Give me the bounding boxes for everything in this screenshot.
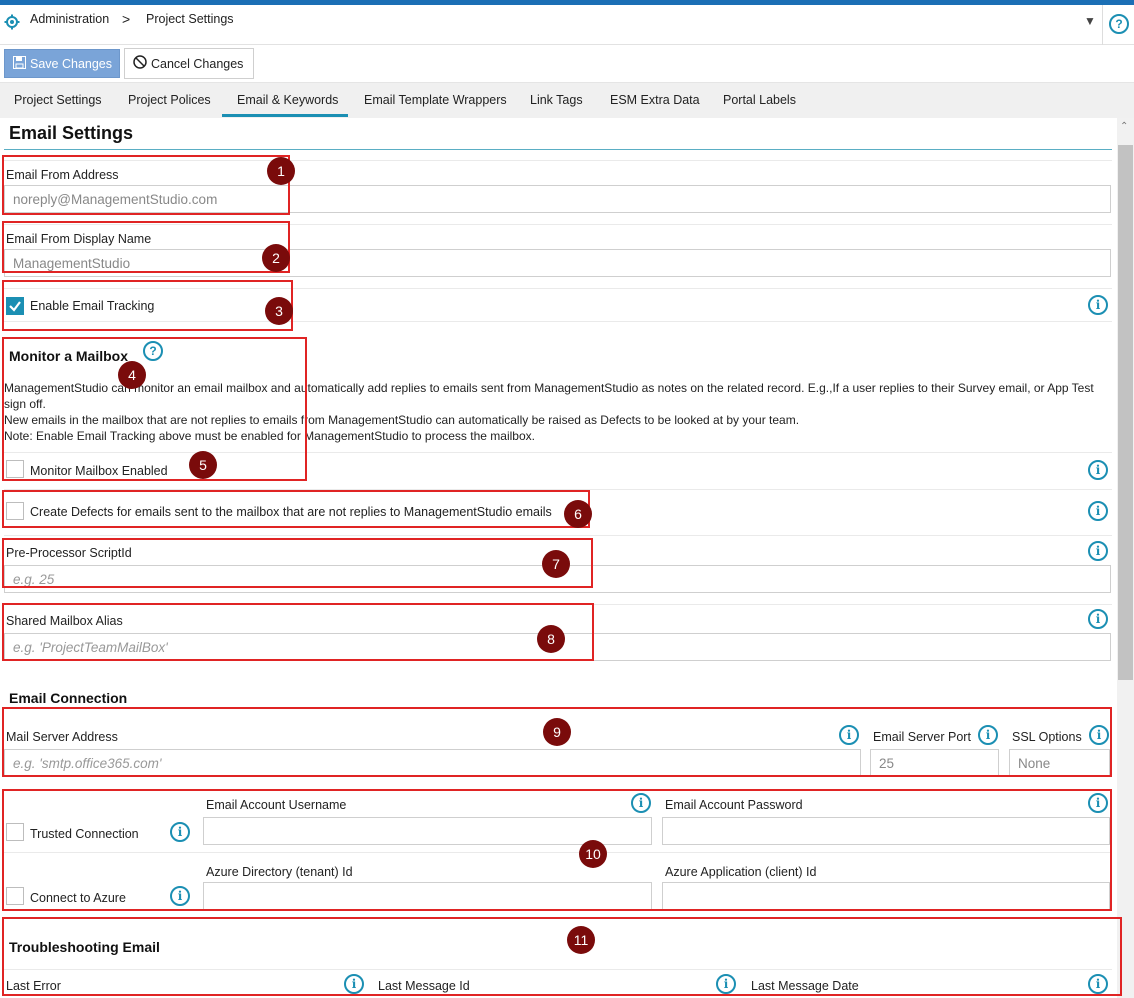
help-icon[interactable]: ? bbox=[1109, 14, 1129, 34]
cancel-label: Cancel Changes bbox=[151, 56, 244, 71]
connection-heading: Email Connection bbox=[9, 690, 128, 706]
tab-esm-extra-data[interactable]: ESM Extra Data bbox=[610, 93, 700, 107]
annotation-badge-4: 4 bbox=[118, 361, 146, 389]
tab-link-tags[interactable]: Link Tags bbox=[530, 93, 583, 107]
scrollbar-thumb[interactable] bbox=[1118, 145, 1133, 680]
annotation-badge-8: 8 bbox=[537, 625, 565, 653]
annotation-box-3 bbox=[2, 280, 293, 331]
save-button[interactable]: Save Changes bbox=[4, 49, 120, 78]
breadcrumb-root[interactable]: Administration bbox=[30, 12, 109, 26]
annotation-badge-10: 10 bbox=[579, 840, 607, 868]
annotation-box-11 bbox=[2, 917, 1122, 996]
tab-email-template-wrappers[interactable]: Email Template Wrappers bbox=[364, 93, 507, 107]
tab-email-keywords[interactable]: Email & Keywords bbox=[237, 93, 338, 107]
tab-project-polices[interactable]: Project Polices bbox=[128, 93, 211, 107]
annotation-badge-2: 2 bbox=[262, 244, 290, 272]
active-tab-indicator bbox=[222, 114, 348, 117]
annotation-box-10 bbox=[2, 789, 1112, 911]
section-divider bbox=[4, 149, 1112, 150]
annotation-badge-1: 1 bbox=[267, 157, 295, 185]
info-icon[interactable]: i bbox=[1088, 541, 1108, 561]
annotation-badge-11: 11 bbox=[567, 926, 595, 954]
annotation-badge-5: 5 bbox=[189, 451, 217, 479]
scroll-up-arrow[interactable]: ⌃ bbox=[1120, 121, 1128, 132]
info-icon[interactable]: i bbox=[1088, 609, 1108, 629]
annotation-badge-7: 7 bbox=[542, 550, 570, 578]
annotation-box-1 bbox=[2, 155, 290, 215]
annotation-box-4-5 bbox=[2, 337, 307, 481]
tab-portal-labels[interactable]: Portal Labels bbox=[723, 93, 796, 107]
info-icon[interactable]: i bbox=[1088, 295, 1108, 315]
annotation-badge-9: 9 bbox=[543, 718, 571, 746]
row-divider bbox=[4, 535, 1112, 536]
filter-icon[interactable]: ▼ bbox=[1084, 14, 1096, 28]
cancel-button[interactable]: Cancel Changes bbox=[124, 48, 254, 79]
info-icon[interactable]: i bbox=[1088, 501, 1108, 521]
annotation-box-7 bbox=[2, 538, 593, 588]
annotation-badge-6: 6 bbox=[564, 500, 592, 528]
ban-icon bbox=[133, 55, 147, 72]
annotation-box-8 bbox=[2, 603, 594, 661]
gear-icon[interactable] bbox=[4, 14, 20, 33]
floppy-icon bbox=[13, 55, 26, 72]
annotation-box-6 bbox=[2, 490, 590, 528]
save-label: Save Changes bbox=[30, 56, 113, 71]
breadcrumb-current: Project Settings bbox=[146, 12, 234, 26]
annotation-badge-3: 3 bbox=[265, 297, 293, 325]
divider bbox=[1102, 5, 1103, 45]
breadcrumb-separator: > bbox=[122, 11, 131, 27]
info-icon[interactable]: i bbox=[1088, 460, 1108, 480]
tab-project-settings[interactable]: Project Settings bbox=[14, 93, 102, 107]
annotation-box-2 bbox=[2, 221, 290, 273]
section-title: Email Settings bbox=[9, 123, 134, 143]
